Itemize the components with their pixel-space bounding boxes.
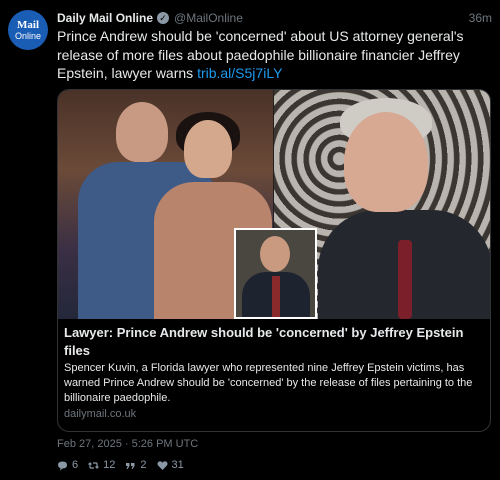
tweet-header: Daily Mail Online ✓ @MailOnline 36m: [57, 10, 492, 26]
avatar-logo-subtext: Online: [14, 30, 41, 41]
reply-button[interactable]: 6: [57, 459, 78, 471]
inset-person-tie: [272, 276, 280, 317]
quote-button[interactable]: 2: [125, 459, 147, 471]
like-button[interactable]: 31: [156, 459, 184, 471]
photo-person-head: [184, 120, 232, 178]
account-handle[interactable]: @MailOnline: [174, 11, 243, 25]
tweet-text: Prince Andrew should be 'concerned' abou…: [57, 27, 487, 83]
like-count: 31: [171, 459, 184, 471]
verified-badge-icon: ✓: [157, 12, 170, 24]
photo-person-head: [116, 102, 168, 162]
reply-count: 6: [72, 459, 79, 471]
tweet-link[interactable]: trib.al/S5j7iLY: [197, 65, 282, 81]
heart-icon: [156, 460, 168, 471]
photo-person-tie: [398, 240, 412, 319]
retweet-count: 12: [103, 459, 116, 471]
card-title[interactable]: Lawyer: Prince Andrew should be 'concern…: [64, 324, 486, 359]
inset-person-head: [260, 236, 290, 272]
retweet-button[interactable]: 12: [88, 459, 115, 471]
photo-person-head: [344, 112, 428, 212]
avatar-logo-text: Mail: [17, 18, 39, 31]
card-description: Spencer Kuvin, a Florida lawyer who repr…: [64, 362, 473, 404]
tweet-time-ago[interactable]: 36m: [469, 11, 492, 25]
reply-icon: [57, 460, 68, 471]
account-name[interactable]: Daily Mail Online: [57, 11, 153, 25]
card-domain[interactable]: dailymail.co.uk: [64, 408, 136, 420]
tweet-timestamp[interactable]: Feb 27, 2025 · 5:26 PM UTC: [57, 438, 198, 450]
avatar[interactable]: Mail Online: [8, 10, 48, 50]
photo-inset: [234, 228, 317, 319]
link-card[interactable]: Lawyer: Prince Andrew should be 'concern…: [57, 89, 491, 432]
retweet-icon: [88, 460, 100, 471]
tweet-actions: 6 12 2 31: [57, 458, 194, 472]
quote-icon: [125, 460, 136, 471]
tweet[interactable]: Mail Online Daily Mail Online ✓ @MailOnl…: [0, 0, 500, 480]
quote-count: 2: [140, 459, 147, 471]
card-image[interactable]: [58, 90, 490, 319]
